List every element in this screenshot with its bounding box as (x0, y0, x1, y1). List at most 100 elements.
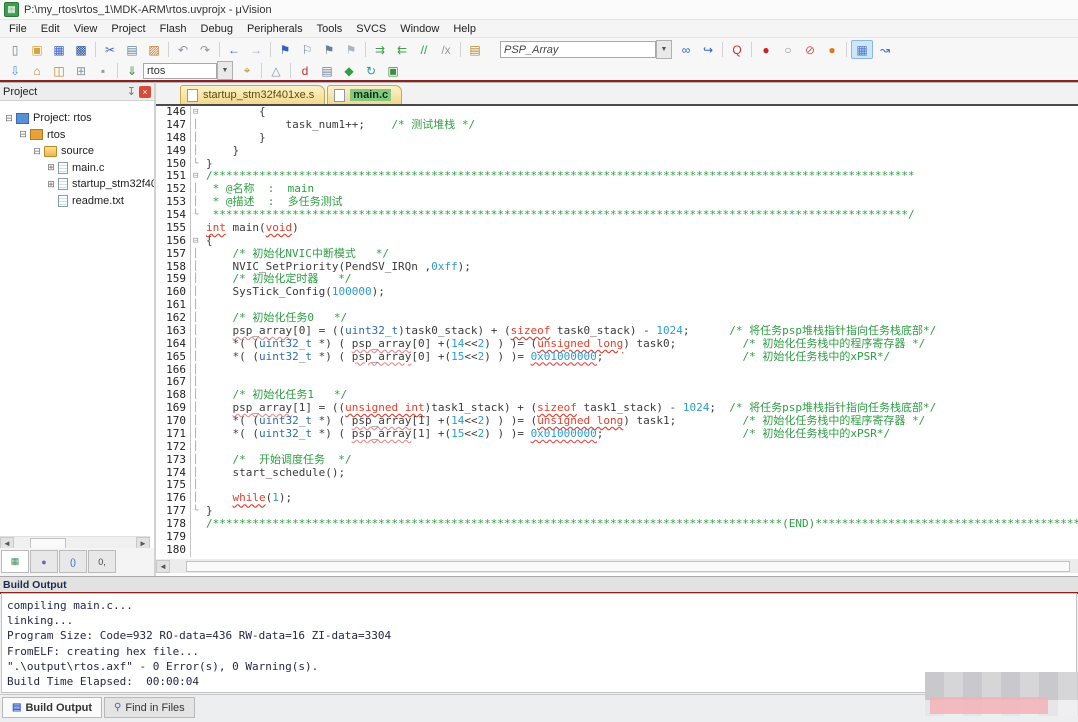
paste-button-icon: ▨ (148, 43, 159, 57)
bookmark-prev-button[interactable]: ⚐ (297, 41, 317, 58)
copy-button[interactable]: ▤ (122, 41, 142, 58)
menu-edit[interactable]: Edit (34, 22, 67, 36)
line-number: 162 (156, 312, 190, 325)
fold-guide: │ (190, 415, 206, 428)
editor-hscrollbar[interactable]: ◄ (156, 559, 1078, 573)
menu-svcs[interactable]: SVCS (349, 22, 393, 36)
expander-icon[interactable]: ⊟ (18, 129, 28, 140)
indent-button[interactable]: ⇉ (370, 41, 390, 58)
menu-window[interactable]: Window (393, 22, 446, 36)
menu-peripherals[interactable]: Peripherals (240, 22, 310, 36)
command-window-button[interactable]: ▤ (317, 62, 337, 79)
functions-tab[interactable]: () (59, 550, 87, 573)
toolbar-separator (168, 42, 169, 57)
templates-tab[interactable]: 0, (88, 550, 116, 573)
outdent-button[interactable]: ⇇ (392, 41, 412, 58)
find-in-files-tab[interactable]: ⚲Find in Files (104, 697, 195, 718)
file-icon (187, 89, 198, 102)
manage-project-items-button[interactable]: ▣ (383, 62, 403, 79)
build-button[interactable]: ⌂ (27, 62, 47, 79)
breakpoint-disable-all-button[interactable]: ⊘ (800, 41, 820, 58)
bookmark-clear-button[interactable]: ⚑ (341, 41, 361, 58)
scroll-thumb[interactable] (186, 561, 1070, 572)
target-combo-arrow-icon[interactable]: ▼ (217, 61, 233, 80)
redo-button[interactable]: ↷ (195, 41, 215, 58)
fold-toggle-icon[interactable]: ⊟ (190, 170, 206, 183)
download-button[interactable]: ⇓ (122, 62, 142, 79)
uncomment-selection-button[interactable]: /x (436, 41, 456, 58)
tree-item-project-rtos[interactable]: ⊟Project: rtos (0, 110, 154, 127)
find-button[interactable]: ∞ (676, 41, 696, 58)
options-for-target-button[interactable]: ⌖ (237, 62, 257, 79)
cut-button[interactable]: ✂ (100, 41, 120, 58)
debug-session-button[interactable]: d (295, 62, 315, 79)
scroll-left-icon[interactable]: ◄ (156, 560, 170, 573)
expander-icon[interactable]: ⊞ (46, 179, 56, 190)
stop-build-button[interactable]: ▪ (93, 62, 113, 79)
pin-icon[interactable]: ↧ (127, 85, 136, 98)
bookmark-next-button[interactable]: ⚑ (319, 41, 339, 58)
line-number: 146 (156, 106, 190, 119)
menu-help[interactable]: Help (446, 22, 483, 36)
line-number: 147 (156, 119, 190, 132)
expander-icon[interactable]: ⊟ (4, 113, 14, 124)
properties-button[interactable]: ▤ (465, 41, 485, 58)
fold-toggle-icon[interactable]: ⊟ (190, 235, 206, 248)
tree-item-readme-txt[interactable]: readme.txt (0, 193, 154, 210)
menu-file[interactable]: File (2, 22, 34, 36)
tree-item-source[interactable]: ⊟source (0, 143, 154, 160)
memory-window-button[interactable]: ▦ (851, 40, 873, 59)
close-icon[interactable]: × (139, 86, 151, 98)
line-number: 173 (156, 454, 190, 467)
breakpoint-enable-button[interactable]: ○ (778, 41, 798, 58)
menu-tools[interactable]: Tools (310, 22, 350, 36)
code-editor[interactable]: 146⊟ {147│ task_num1++; /* 测试堆栈 */148│ }… (156, 106, 1078, 557)
menu-flash[interactable]: Flash (153, 22, 194, 36)
menu-debug[interactable]: Debug (194, 22, 240, 36)
menu-project[interactable]: Project (104, 22, 152, 36)
nav-forward-button[interactable]: → (246, 41, 266, 58)
scroll-thumb[interactable] (30, 538, 66, 549)
pack-installer-button[interactable]: ↻ (361, 62, 381, 79)
find-input[interactable] (500, 41, 656, 58)
fold-toggle-icon[interactable]: ⊟ (190, 106, 206, 119)
paste-button[interactable]: ▨ (144, 41, 164, 58)
tree-item-main-c[interactable]: ⊞main.c (0, 160, 154, 177)
breakpoint-kill-all-button[interactable]: ● (822, 41, 842, 58)
tree-item-startup-stm32f40[interactable]: ⊞startup_stm32f40 (0, 176, 154, 193)
new-file-button[interactable]: ▯ (5, 41, 25, 58)
undo-button[interactable]: ↶ (173, 41, 193, 58)
incremental-find-button[interactable]: ↪ (698, 41, 718, 58)
comment-selection-button[interactable]: // (414, 41, 434, 58)
project-tab[interactable]: ▦ (1, 550, 29, 573)
expander-icon[interactable]: ⊞ (46, 162, 56, 173)
nav-back-button[interactable]: ← (224, 41, 244, 58)
manage-rte-button[interactable]: ◆ (339, 62, 359, 79)
editor-tab-startup-stm32f401xe-s[interactable]: startup_stm32f401xe.s (180, 85, 325, 104)
translate-button[interactable]: ⇩ (5, 62, 25, 79)
open-file-button[interactable]: ▣ (27, 41, 47, 58)
editor-tab-main-c[interactable]: main.c (327, 85, 402, 104)
build-output-tab[interactable]: ▤Build Output (2, 697, 102, 718)
save-all-button[interactable]: ▩ (71, 41, 91, 58)
tree-item-rtos[interactable]: ⊟rtos (0, 127, 154, 144)
find-in-files-button[interactable]: Q (727, 41, 747, 58)
expander-icon[interactable]: ⊟ (32, 146, 42, 157)
breakpoint-toggle-button[interactable]: ● (756, 41, 776, 58)
code-line: 149│ } (156, 145, 1078, 158)
target-select[interactable]: rtos (143, 63, 217, 79)
build-output-log[interactable]: compiling main.c... linking... Program S… (1, 593, 1077, 693)
configure-button[interactable]: ↝ (875, 41, 895, 58)
menu-view[interactable]: View (67, 22, 105, 36)
find-combo-arrow-icon[interactable]: ▼ (656, 40, 672, 59)
batch-build-button[interactable]: ⊞ (71, 62, 91, 79)
bookmark-toggle-button[interactable]: ⚑ (275, 41, 295, 58)
save-button[interactable]: ▦ (49, 41, 69, 58)
rebuild-button[interactable]: ◫ (49, 62, 69, 79)
target-icon (30, 129, 43, 140)
books-tab[interactable]: ● (30, 550, 58, 573)
flash-configure-button[interactable]: △ (266, 62, 286, 79)
project-tree: ⊟Project: rtos⊟rtos⊟source⊞main.c⊞startu… (0, 101, 154, 209)
code-line: 165│ *( (uint32_t *) ( psp_array[0] +(15… (156, 351, 1078, 364)
status-bar: ▤Build Output⚲Find in Files (0, 694, 1078, 722)
